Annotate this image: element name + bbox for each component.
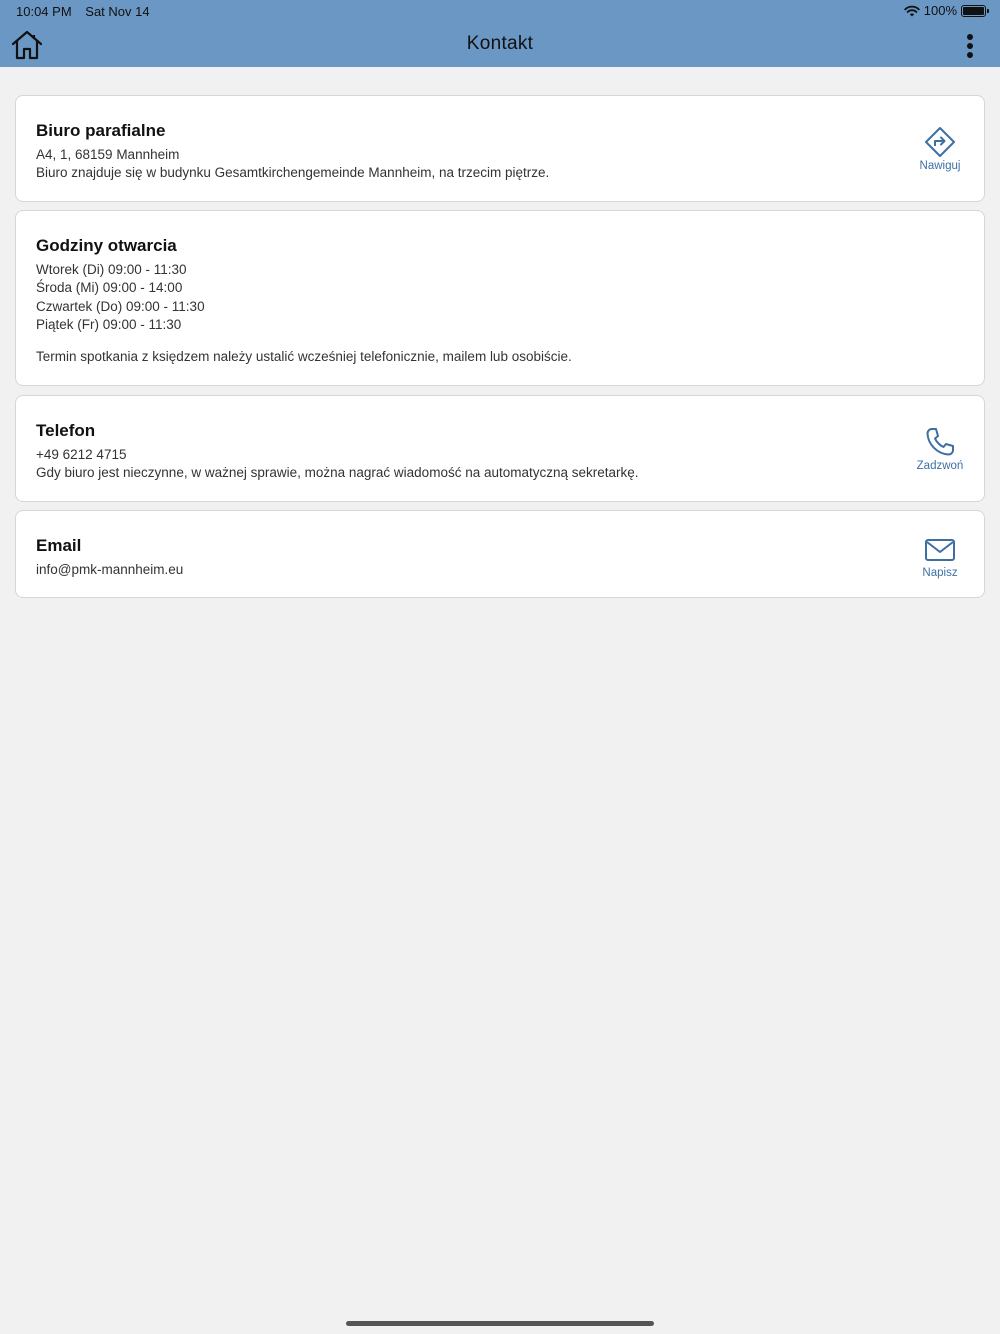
office-note: Biuro znajduje się w budynku Gesamtkirch…: [36, 165, 550, 180]
battery-percentage: 100%: [923, 3, 957, 18]
hours-line: Środa (Mi) 09:00 - 14:00: [36, 280, 183, 295]
phone-icon: [926, 428, 954, 456]
mail-icon: [925, 539, 955, 561]
navigate-label: Nawiguj: [919, 160, 961, 172]
status-bar-left: 10:04 PM Sat Nov 14: [16, 4, 160, 19]
hours-line: Wtorek (Di) 09:00 - 11:30: [36, 262, 187, 277]
call-label: Zadzwoń: [916, 460, 964, 472]
office-address: A4, 1, 68159 Mannheim: [36, 147, 180, 162]
hours-title: Godziny otwarcia: [36, 236, 177, 255]
status-date: Sat Nov 14: [85, 4, 150, 19]
battery-icon: [961, 4, 989, 17]
home-indicator[interactable]: [346, 1321, 654, 1326]
phone-note: Gdy biuro jest nieczynne, w ważnej spraw…: [36, 465, 639, 480]
navigate-button[interactable]: Nawiguj: [910, 126, 970, 172]
wifi-icon: [904, 5, 920, 16]
hours-note: Termin spotkania z księdzem należy ustal…: [36, 349, 572, 364]
email-card: Email info@pmk-mannheim.eu Napisz: [15, 510, 985, 598]
call-button[interactable]: Zadzwoń: [910, 426, 970, 472]
navigation-bar: 10:04 PM Sat Nov 14 100% Kontakt: [0, 0, 1000, 67]
email-title: Email: [36, 536, 82, 555]
status-bar-right: 100%: [904, 3, 989, 18]
page-title: Kontakt: [466, 33, 534, 54]
hours-line: Czwartek (Do) 09:00 - 11:30: [36, 299, 205, 314]
phone-card: Telefon +49 6212 4715 Gdy biuro jest nie…: [15, 395, 985, 502]
status-time: 10:04 PM: [16, 4, 72, 19]
office-title: Biuro parafialne: [36, 121, 166, 140]
write-email-button[interactable]: Napisz: [910, 535, 970, 579]
phone-number: +49 6212 4715: [36, 447, 127, 462]
hours-line: Piątek (Fr) 09:00 - 11:30: [36, 317, 182, 332]
more-vertical-icon[interactable]: [962, 34, 978, 60]
phone-title: Telefon: [36, 421, 96, 440]
office-card: Biuro parafialne A4, 1, 68159 Mannheim B…: [15, 95, 985, 202]
hours-card: Godziny otwarcia Wtorek (Di) 09:00 - 11:…: [15, 210, 985, 386]
email-address[interactable]: info@pmk-mannheim.eu: [36, 562, 183, 577]
directions-icon: [925, 127, 955, 157]
write-email-label: Napisz: [922, 567, 958, 579]
